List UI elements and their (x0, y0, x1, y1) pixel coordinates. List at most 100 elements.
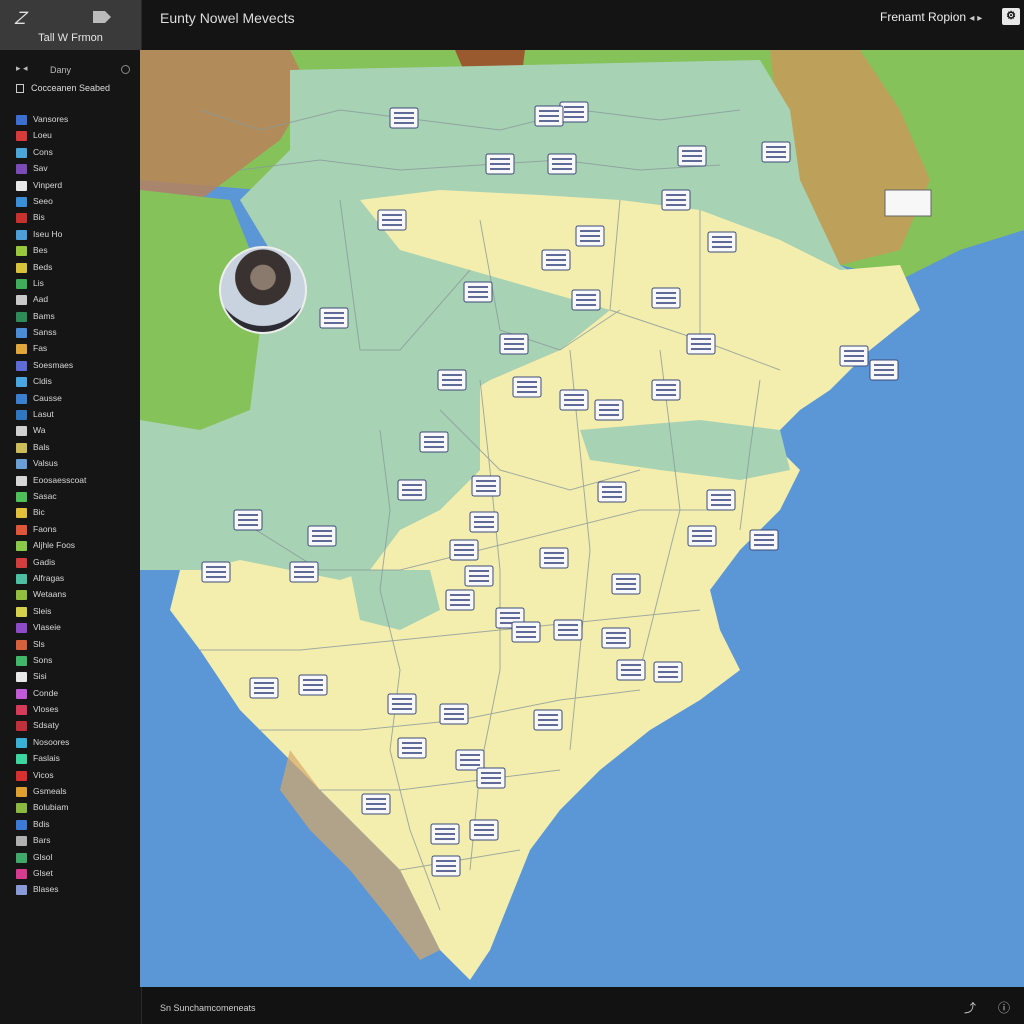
layer-item[interactable]: Sisi (15, 669, 135, 685)
place-marker-icon[interactable] (469, 511, 499, 533)
place-marker-icon[interactable] (594, 399, 624, 421)
place-marker-icon[interactable] (289, 561, 319, 583)
place-marker-icon[interactable] (397, 479, 427, 501)
layer-item[interactable]: Bis (15, 210, 135, 226)
place-marker-icon[interactable] (430, 823, 460, 845)
place-marker-icon[interactable] (471, 475, 501, 497)
place-marker-icon[interactable] (319, 307, 349, 329)
layer-item[interactable]: Vloses (15, 702, 135, 718)
layer-item[interactable]: Sav (15, 161, 135, 177)
layer-item[interactable]: Bes (15, 243, 135, 259)
place-marker-icon[interactable] (533, 709, 563, 731)
place-marker-icon[interactable] (476, 767, 506, 789)
layer-item[interactable]: Bolubiam (15, 800, 135, 816)
place-marker-icon[interactable] (377, 209, 407, 231)
layer-item[interactable]: Aad (15, 292, 135, 308)
place-marker-icon[interactable] (687, 525, 717, 547)
layer-item[interactable]: Conde (15, 686, 135, 702)
layer-section-header[interactable]: Cocceanen Seabed (16, 82, 136, 96)
layer-item[interactable]: Iseu Ho (15, 227, 135, 243)
section-checkbox[interactable] (16, 84, 24, 93)
layer-item[interactable]: Sasac (15, 489, 135, 505)
layer-item[interactable]: Bars (15, 833, 135, 849)
place-marker-icon[interactable] (307, 525, 337, 547)
place-marker-icon[interactable] (431, 855, 461, 877)
layer-item[interactable]: Bdis (15, 817, 135, 833)
place-marker-icon[interactable] (249, 677, 279, 699)
layer-item[interactable]: Wa (15, 423, 135, 439)
layer-item[interactable]: Vlaseie (15, 620, 135, 636)
place-marker-icon[interactable] (512, 376, 542, 398)
place-marker-icon[interactable] (597, 481, 627, 503)
place-marker-icon[interactable] (419, 431, 449, 453)
layer-item[interactable]: Vicos (15, 768, 135, 784)
layer-item[interactable]: Loeu (15, 128, 135, 144)
place-marker-icon[interactable] (539, 547, 569, 569)
place-marker-icon[interactable] (651, 379, 681, 401)
place-marker-icon[interactable] (559, 389, 589, 411)
place-marker-icon[interactable] (511, 621, 541, 643)
place-marker-icon[interactable] (839, 345, 869, 367)
layer-item[interactable]: Faslais (15, 751, 135, 767)
place-marker-icon[interactable] (298, 674, 328, 696)
place-marker-icon[interactable] (499, 333, 529, 355)
place-marker-icon[interactable] (749, 529, 779, 551)
layer-item[interactable]: Valsus (15, 456, 135, 472)
place-marker-icon[interactable] (869, 359, 899, 381)
place-marker-icon[interactable] (389, 107, 419, 129)
layer-item[interactable]: Vansores (15, 112, 135, 128)
layer-item[interactable]: Aljhle Foos (15, 538, 135, 554)
layer-item[interactable]: Sleis (15, 604, 135, 620)
place-marker-icon[interactable] (463, 281, 493, 303)
layer-item[interactable]: Sdsaty (15, 718, 135, 734)
place-marker-icon[interactable] (437, 369, 467, 391)
place-marker-icon[interactable] (541, 249, 571, 271)
layer-item[interactable]: Glset (15, 866, 135, 882)
layer-item[interactable]: Soesmaes (15, 358, 135, 374)
place-marker-icon[interactable] (761, 141, 791, 163)
place-marker-icon[interactable] (571, 289, 601, 311)
layer-item[interactable]: Beds (15, 260, 135, 276)
map-canvas[interactable] (140, 50, 1024, 987)
place-marker-icon[interactable] (706, 489, 736, 511)
place-marker-icon[interactable] (201, 561, 231, 583)
place-marker-icon[interactable] (439, 703, 469, 725)
layer-item[interactable]: Seeo (15, 194, 135, 210)
layer-item[interactable]: Blases (15, 882, 135, 898)
place-marker-icon[interactable] (616, 659, 646, 681)
layer-item[interactable]: Bic (15, 505, 135, 521)
share-button[interactable]: ⤴ (964, 999, 982, 1015)
layer-item[interactable]: Alfragas (15, 571, 135, 587)
layer-item[interactable]: Causse (15, 391, 135, 407)
place-marker-icon[interactable] (397, 737, 427, 759)
place-marker-icon[interactable] (387, 693, 417, 715)
layer-item[interactable]: Lasut (15, 407, 135, 423)
place-marker-icon[interactable] (611, 573, 641, 595)
layer-item[interactable]: Fas (15, 341, 135, 357)
layer-item[interactable]: Bals (15, 440, 135, 456)
place-marker-icon[interactable] (651, 287, 681, 309)
region-selector[interactable]: Frenamt Ropion ◂ ▸ (880, 10, 982, 24)
place-marker-icon[interactable] (677, 145, 707, 167)
layer-filter[interactable]: ▸ ◂ Dany (10, 62, 132, 78)
place-marker-icon[interactable] (445, 589, 475, 611)
layer-item[interactable]: Lis (15, 276, 135, 292)
place-marker-icon[interactable] (661, 189, 691, 211)
place-marker-icon[interactable] (449, 539, 479, 561)
place-marker-icon[interactable] (601, 627, 631, 649)
layer-item[interactable]: Vinperd (15, 178, 135, 194)
layer-item[interactable]: Wetaans (15, 587, 135, 603)
place-marker-icon[interactable] (361, 793, 391, 815)
place-marker-icon[interactable] (653, 661, 683, 683)
layer-item[interactable]: Eoosaesscoat (15, 473, 135, 489)
place-marker-icon[interactable] (233, 509, 263, 531)
user-avatar[interactable] (219, 246, 307, 334)
layer-item[interactable]: Gadis (15, 555, 135, 571)
layer-item[interactable]: Bams (15, 309, 135, 325)
info-button[interactable]: ⓘ (998, 999, 1016, 1015)
layer-item[interactable]: Sls (15, 637, 135, 653)
map-svg[interactable] (140, 50, 1024, 987)
layer-item[interactable]: Glsol (15, 850, 135, 866)
place-marker-icon[interactable] (464, 565, 494, 587)
layer-item[interactable]: Sons (15, 653, 135, 669)
